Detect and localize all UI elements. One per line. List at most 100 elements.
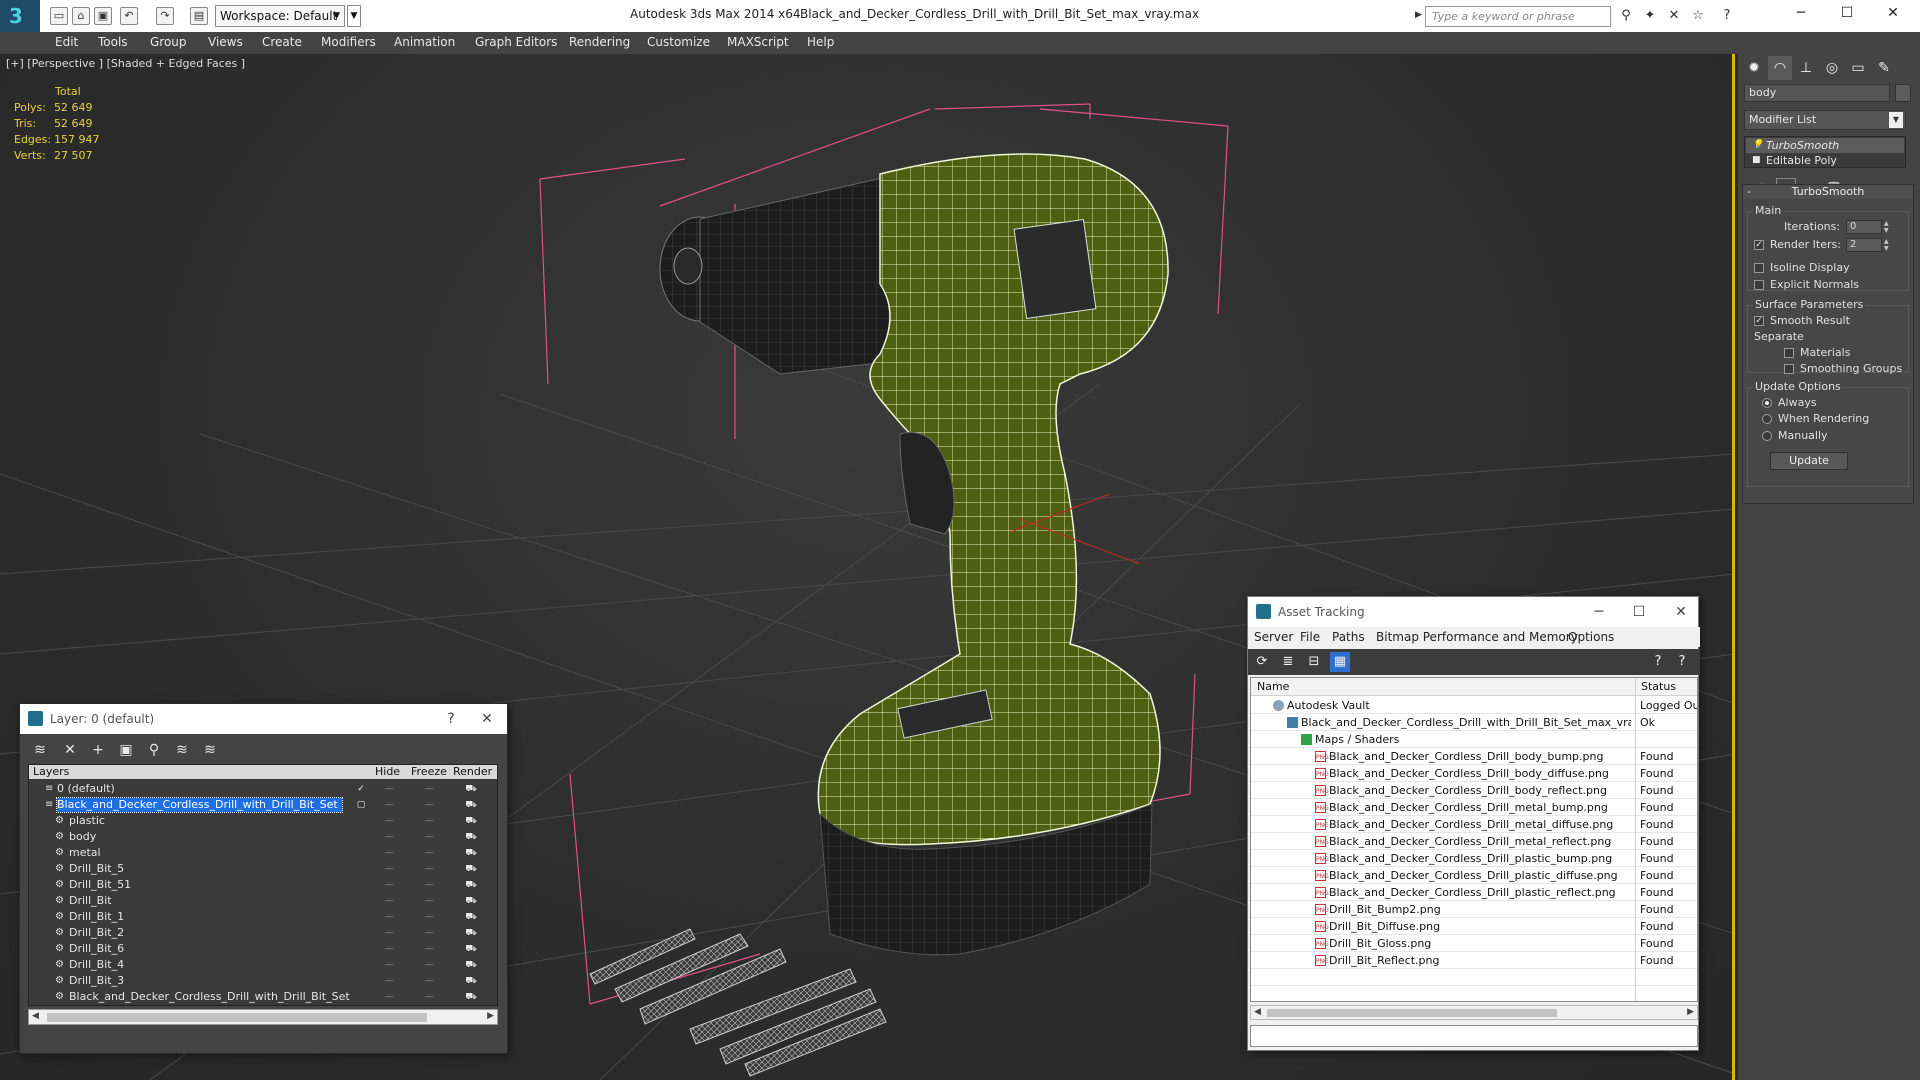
asset-dialog-titlebar[interactable]: Asset Tracking ─ ☐ ✕ — [1248, 597, 1698, 627]
freeze-toggle-icon[interactable]: — — [419, 989, 439, 1005]
freeze-toggle-icon[interactable]: — — [419, 909, 439, 925]
delete-layer-icon[interactable]: ✕ — [60, 740, 80, 760]
layer-row[interactable]: ⚙ Drill_Bit_6 — — ⛟ — [29, 941, 497, 957]
column-layers[interactable]: Layers — [33, 765, 69, 779]
viewport-label[interactable]: [+] [Perspective ] [Shaded + Edged Faces… — [6, 57, 245, 70]
smooth-result-checkbox[interactable]: ✓ — [1754, 316, 1764, 326]
render-iters-checkbox[interactable]: ✓ — [1754, 240, 1764, 250]
layer-name[interactable]: plastic — [69, 814, 109, 828]
menu-views[interactable]: Views — [208, 35, 243, 49]
hide-toggle-icon[interactable]: — — [379, 957, 399, 973]
asset-row[interactable]: PNG Black_and_Decker_Cordless_Drill_plast… — [1251, 850, 1697, 867]
select-objects-icon[interactable]: ▣ — [116, 740, 136, 760]
asset-menu-server[interactable]: Server — [1254, 630, 1293, 644]
asset-menu-options[interactable]: Options — [1568, 630, 1614, 644]
create-tab-icon[interactable]: ✹ — [1742, 56, 1766, 80]
refresh-icon[interactable]: ⟳ — [1252, 652, 1272, 672]
hide-toggle-icon[interactable]: — — [379, 797, 399, 813]
materials-checkbox[interactable] — [1784, 348, 1794, 358]
hide-all-icon[interactable]: ≋ — [172, 740, 192, 760]
render-toggle-icon[interactable]: ⛟ — [461, 877, 481, 893]
hide-toggle-icon[interactable]: — — [379, 893, 399, 909]
layer-name[interactable]: metal — [69, 846, 105, 860]
menu-help[interactable]: Help — [807, 35, 834, 49]
layer-row[interactable]: ≡ 0 (default) ✓ — — ⛟ — [29, 781, 497, 797]
communication-icon[interactable]: ✕ — [1665, 7, 1683, 25]
minimize-button[interactable]: ─ — [1778, 0, 1824, 28]
layer-name[interactable]: Drill_Bit — [69, 894, 116, 908]
asset-row[interactable]: PNG Black_and_Decker_Cordless_Drill_body_… — [1251, 782, 1697, 799]
freeze-toggle-icon[interactable]: — — [419, 829, 439, 845]
layer-name[interactable]: Drill_Bit_51 — [69, 878, 135, 892]
freeze-toggle-icon[interactable]: — — [419, 973, 439, 989]
asset-row[interactable]: PNG Black_and_Decker_Cordless_Drill_metal… — [1251, 816, 1697, 833]
freeze-toggle-icon[interactable]: — — [419, 925, 439, 941]
undo-icon[interactable]: ↶ — [120, 7, 138, 25]
layer-row[interactable]: ⚙ Drill_Bit_1 — — ⛟ — [29, 909, 497, 925]
isoline-checkbox[interactable] — [1754, 263, 1764, 273]
freeze-toggle-icon[interactable]: — — [419, 861, 439, 877]
render-toggle-icon[interactable]: ⛟ — [461, 893, 481, 909]
scroll-thumb[interactable] — [1267, 1009, 1557, 1017]
close-icon[interactable]: ✕ — [472, 708, 502, 730]
stack-item-editable-poly[interactable]: ■ Editable Poly — [1746, 153, 1904, 168]
scroll-left-icon[interactable]: ◀ — [1254, 1007, 1261, 1017]
layer-name[interactable]: 0 (default) — [57, 782, 119, 796]
object-color-swatch[interactable] — [1895, 84, 1911, 102]
freeze-toggle-icon[interactable]: — — [419, 797, 439, 813]
layer-name[interactable]: Drill_Bit_2 — [69, 926, 128, 940]
save-file-icon[interactable]: ▣ — [94, 7, 112, 25]
asset-row[interactable]: PNG Drill_Bit_Gloss.png Found — [1251, 935, 1697, 952]
layer-row[interactable]: ⚙ Drill_Bit_5 — — ⛟ — [29, 861, 497, 877]
layer-row[interactable]: ⚙ Drill_Bit_2 — — ⛟ — [29, 925, 497, 941]
menu-tools[interactable]: Tools — [98, 35, 128, 49]
hide-toggle-icon[interactable]: — — [379, 845, 399, 861]
layer-name[interactable]: Black_and_Decker_Cordless_Drill_with_Dri… — [56, 797, 343, 813]
render-toggle-icon[interactable]: ⛟ — [461, 925, 481, 941]
hide-toggle-icon[interactable]: — — [379, 781, 399, 797]
layer-row[interactable]: ⚙ metal — — ⛟ — [29, 845, 497, 861]
layer-name[interactable]: Drill_Bit_5 — [69, 862, 128, 876]
hide-toggle-icon[interactable]: — — [379, 877, 399, 893]
column-status[interactable]: Status — [1641, 680, 1676, 693]
favorites-star-icon[interactable]: ☆ — [1689, 7, 1707, 25]
project-folder-icon[interactable]: ▤ — [190, 7, 208, 25]
always-radio[interactable] — [1762, 398, 1772, 408]
column-freeze[interactable]: Freeze — [411, 765, 447, 779]
close-icon[interactable]: ✕ — [1666, 601, 1696, 623]
hide-toggle-icon[interactable]: — — [379, 813, 399, 829]
binoculars-icon[interactable]: ⚲ — [1617, 7, 1635, 25]
scroll-right-icon[interactable]: ▶ — [487, 1011, 494, 1021]
asset-row[interactable]: PNG Black_and_Decker_Cordless_Drill_body_… — [1251, 765, 1697, 782]
column-name[interactable]: Name — [1257, 680, 1289, 693]
scroll-thumb[interactable] — [47, 1013, 427, 1022]
hide-toggle-icon[interactable]: — — [379, 973, 399, 989]
render-toggle-icon[interactable]: ⛟ — [461, 973, 481, 989]
tree-view-icon[interactable]: ⊟ — [1304, 652, 1324, 672]
layer-horizontal-scrollbar[interactable]: ◀ ▶ — [28, 1009, 498, 1025]
subscription-icon[interactable]: ✦ — [1641, 7, 1659, 25]
explicit-normals-checkbox[interactable] — [1754, 280, 1764, 290]
scroll-right-icon[interactable]: ▶ — [1687, 1007, 1694, 1017]
object-name-field[interactable]: body — [1744, 84, 1890, 102]
menu-modifiers[interactable]: Modifiers — [321, 35, 376, 49]
layer-row[interactable]: ⚙ Black_and_Decker_Cordless_Drill_with_Dr… — [29, 989, 497, 1005]
rollout-header[interactable]: - TurboSmooth — [1743, 185, 1913, 199]
column-render[interactable]: Render — [453, 765, 492, 779]
layer-row[interactable]: ⚙ Drill_Bit_51 — — ⛟ — [29, 877, 497, 893]
asset-horizontal-scrollbar[interactable]: ◀ ▶ — [1250, 1005, 1698, 1020]
asset-row[interactable]: Black_and_Decker_Cordless_Drill_with_Dri… — [1251, 714, 1697, 731]
render-toggle-icon[interactable]: ⛟ — [461, 909, 481, 925]
layer-name[interactable]: Drill_Bit_3 — [69, 974, 128, 988]
motion-tab-icon[interactable]: ◎ — [1820, 56, 1844, 80]
column-hide[interactable]: Hide — [375, 765, 400, 779]
quick-access-dropdown[interactable]: ▼ — [347, 5, 361, 27]
asset-row[interactable]: PNG Black_and_Decker_Cordless_Drill_plast… — [1251, 884, 1697, 901]
layer-row[interactable]: ⚙ Drill_Bit_3 — — ⛟ — [29, 973, 497, 989]
render-toggle-icon[interactable]: ⛟ — [461, 829, 481, 845]
smoothing-groups-checkbox[interactable] — [1784, 364, 1794, 374]
render-toggle-icon[interactable]: ⛟ — [461, 957, 481, 973]
iterations-spinner[interactable]: 0 — [1846, 220, 1882, 234]
update-button[interactable]: Update — [1770, 452, 1848, 470]
freeze-toggle-icon[interactable]: — — [419, 845, 439, 861]
